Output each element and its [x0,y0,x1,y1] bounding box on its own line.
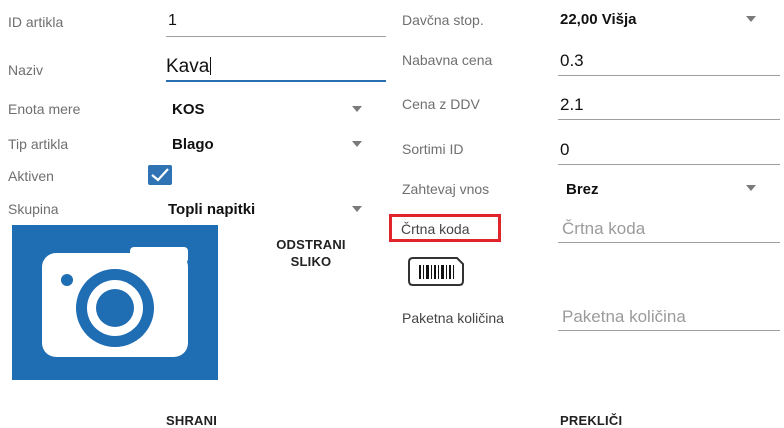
chevron-down-icon[interactable] [746,185,756,191]
text-cursor [210,57,212,75]
chevron-down-icon[interactable] [746,16,756,22]
product-photo[interactable] [12,225,218,380]
label-tax-rate: Davčna stop. [402,12,484,28]
barcode-icon [408,257,464,286]
chevron-down-icon[interactable] [352,206,362,212]
label-article-id: ID artikla [8,14,64,30]
camera-icon [42,247,188,357]
barcode-scan-button[interactable] [407,256,465,287]
article-id-underline [166,36,386,37]
group-dropdown[interactable]: Topli napitki [168,201,255,218]
save-button[interactable]: SHRANI [166,413,217,428]
active-checkbox[interactable] [148,165,172,185]
sort-id-field[interactable]: 0 [560,140,569,160]
checkmark-icon [151,168,169,182]
price-vat-field[interactable]: 2.1 [560,95,584,115]
label-price-vat: Cena z DDV [402,96,480,112]
chevron-down-icon[interactable] [352,106,362,112]
label-unit: Enota mere [8,101,81,117]
barcode-underline [558,242,780,243]
unit-dropdown[interactable]: KOS [172,101,205,118]
purchase-price-underline [558,75,780,76]
name-field[interactable]: Kava [166,56,212,78]
article-type-dropdown[interactable]: Blago [172,136,214,153]
package-qty-field[interactable]: Paketna količina [562,307,686,327]
name-value: Kava [166,56,210,77]
label-group: Skupina [8,201,59,217]
cancel-button[interactable]: PREKLIČI [560,413,622,428]
article-id-field[interactable]: 1 [168,12,177,30]
barcode-field[interactable]: Črtna koda [562,219,645,239]
label-purchase-price: Nabavna cena [402,52,493,68]
label-sort-id: Sortimi ID [402,141,464,157]
name-underline [166,80,386,82]
label-require-input: Zahtevaj vnos [402,181,490,197]
purchase-price-field[interactable]: 0.3 [560,51,584,71]
label-active: Aktiven [8,168,54,184]
label-article-type: Tip artikla [8,136,69,152]
require-input-dropdown[interactable]: Brez [566,181,599,198]
sort-id-underline [558,164,780,165]
tax-rate-dropdown[interactable]: 22,00 Višja [560,11,636,28]
label-name: Naziv [8,62,44,78]
price-vat-underline [558,119,780,120]
chevron-down-icon[interactable] [352,141,362,147]
package-qty-underline [558,330,780,331]
remove-image-button[interactable]: ODSTRANI SLIKO [256,236,366,270]
label-barcode: Črtna koda [401,221,470,237]
label-package-qty: Paketna količina [402,310,504,326]
